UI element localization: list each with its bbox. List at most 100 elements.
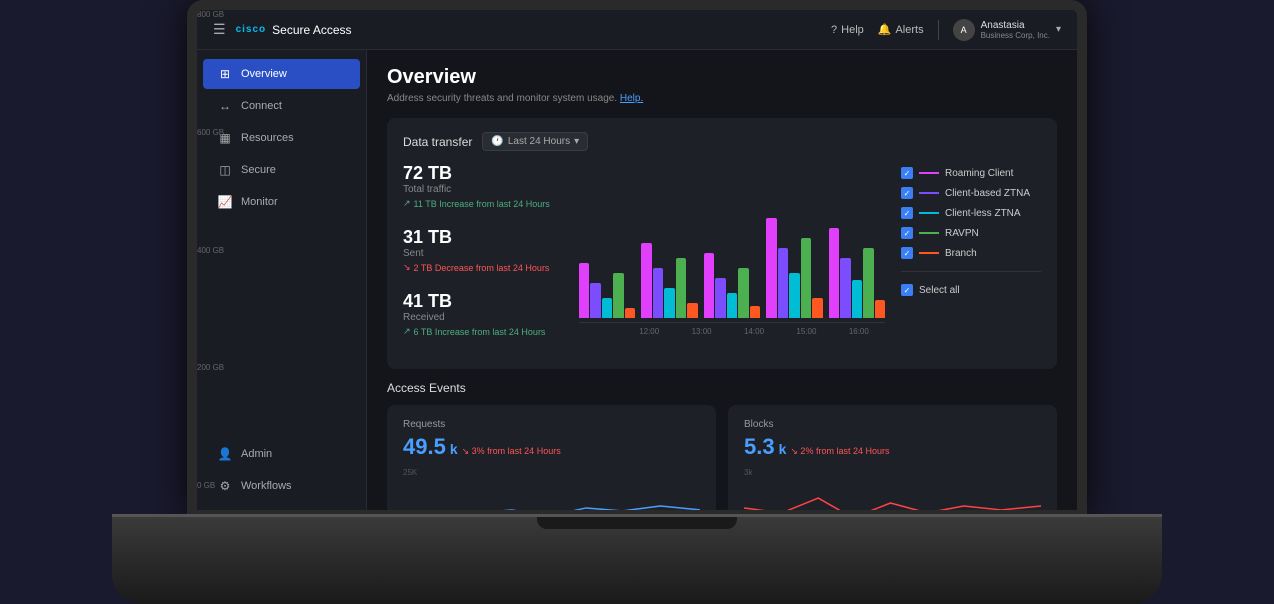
legend-checkbox-rc: ✓ (901, 167, 913, 179)
sidebar-label-monitor: Monitor (241, 196, 278, 208)
received-value: 41 TB (403, 291, 563, 312)
x-label-1300: 13:00 (675, 327, 727, 336)
requests-label: Requests (403, 419, 700, 430)
bar-ravpn-5 (863, 248, 873, 318)
access-events-title: Access Events (387, 381, 1057, 395)
logo-area: cisco Secure Access (236, 23, 352, 37)
legend-label-branch: Branch (945, 248, 977, 259)
x-label-1400: 14:00 (728, 327, 780, 336)
bar-branch-2 (687, 303, 697, 318)
legend-label-all: Select all (919, 285, 960, 296)
bars-container (579, 163, 885, 323)
blocks-y-label: 3k (744, 468, 752, 477)
legend-clientless-ztna[interactable]: ✓ Client-less ZTNA (901, 207, 1041, 219)
blocks-label: Blocks (744, 419, 1041, 430)
total-traffic-label: Total traffic (403, 184, 563, 195)
sidebar-label-connect: Connect (241, 100, 282, 112)
help-button[interactable]: ? Help (831, 24, 864, 36)
page-title: Overview (387, 66, 1057, 89)
data-transfer-body: 72 TB Total traffic ↗ 11 TB Increase fro… (403, 163, 1041, 355)
legend-client-based-ztna[interactable]: ✓ Client-based ZTNA (901, 187, 1041, 199)
bar-cbztna-4 (778, 248, 788, 318)
x-label-1200: 12:00 (623, 327, 675, 336)
legend-branch[interactable]: ✓ Branch (901, 247, 1041, 259)
legend-roaming-client[interactable]: ✓ Roaming Client (901, 167, 1041, 179)
sent-label: Sent (403, 248, 563, 259)
sent-stat: 31 TB Sent ↘ 2 TB Decrease from last 24 … (403, 227, 563, 273)
requests-chart-card: Requests 49.5k ↘ 3% from last 24 Hours 2… (387, 405, 716, 510)
bar-cbztna-5 (840, 258, 850, 318)
user-menu[interactable]: A Anastasia Business Corp, Inc. ▾ (953, 19, 1061, 41)
bar-ravpn-3 (738, 268, 748, 318)
blocks-chart-card: Blocks 5.3k ↘ 2% from last 24 Hours 3k (728, 405, 1057, 510)
card-header: Data transfer 🕐 Last 24 Hours ▾ (403, 132, 1041, 151)
help-link[interactable]: Help. (620, 93, 643, 104)
bar-rc-1 (579, 263, 589, 318)
blocks-chart: 3k 12:00 15:00 18:00 21:00 0:00 (744, 468, 1041, 510)
bar-group-4 (766, 218, 822, 318)
alerts-button[interactable]: 🔔 Alerts (878, 23, 924, 36)
blocks-change: ↘ 2% from last 24 Hours (790, 446, 889, 457)
page-subtitle: Address security threats and monitor sys… (387, 93, 1057, 104)
legend-label-rc: Roaming Client (945, 168, 1013, 179)
bar-clztna-4 (789, 273, 799, 318)
total-traffic-value: 72 TB (403, 163, 563, 184)
data-transfer-title: Data transfer (403, 135, 472, 149)
x-label-1600: 16:00 (833, 327, 885, 336)
requests-line-chart (403, 468, 700, 510)
legend-checkbox-all: ✓ (901, 284, 913, 296)
requests-chart: 25K 12:00 15:00 19:00 21:00 0:00 (403, 468, 700, 510)
legend-checkbox-clztna: ✓ (901, 207, 913, 219)
chart-legend: ✓ Roaming Client ✓ Client-based ZTNA (901, 163, 1041, 355)
stats-column: 72 TB Total traffic ↗ 11 TB Increase fro… (403, 163, 563, 355)
legend-line-clztna (919, 212, 939, 214)
bar-branch-4 (812, 298, 822, 318)
legend-label-cbztna: Client-based ZTNA (945, 188, 1030, 199)
avatar: A (953, 19, 975, 41)
blocks-line-chart (744, 468, 1041, 510)
sidebar-label-resources: Resources (241, 132, 294, 144)
bar-clztna-5 (852, 280, 862, 318)
main-layout: ⊞ Overview ↔ Connect ▦ Resources ◫ Secur… (197, 50, 1077, 510)
bar-group-2 (641, 243, 697, 318)
bar-ravpn-2 (676, 258, 686, 318)
legend-line-branch (919, 252, 939, 254)
time-filter-button[interactable]: 🕐 Last 24 Hours ▾ (482, 132, 588, 151)
app-container: ☰ cisco Secure Access ? Help 🔔 Alerts (197, 10, 1077, 510)
x-axis-labels: 12:00 13:00 14:00 15:00 16:00 (623, 327, 885, 336)
dropdown-arrow-icon: ▾ (574, 136, 579, 147)
sent-change: ↘ 2 TB Decrease from last 24 Hours (403, 262, 563, 273)
bar-group-5 (829, 228, 885, 318)
topbar-divider (938, 20, 939, 40)
legend-checkbox-branch: ✓ (901, 247, 913, 259)
requests-value: 49.5k (403, 434, 458, 460)
bar-clztna-3 (727, 293, 737, 318)
bar-branch-5 (875, 300, 885, 318)
legend-label-ravpn: RAVPN (945, 228, 979, 239)
legend-line-cbztna (919, 192, 939, 194)
topbar-right: ? Help 🔔 Alerts A Anastasia (831, 19, 1061, 41)
laptop-base (112, 514, 1162, 604)
laptop-screen: ☰ cisco Secure Access ? Help 🔔 Alerts (187, 0, 1087, 520)
legend-ravpn[interactable]: ✓ RAVPN (901, 227, 1041, 239)
sidebar-label-secure: Secure (241, 164, 276, 176)
bar-rc-2 (641, 243, 651, 318)
total-traffic-stat: 72 TB Total traffic ↗ 11 TB Increase fro… (403, 163, 563, 209)
received-label: Received (403, 312, 563, 323)
up-arrow-icon2: ↗ (403, 326, 411, 337)
bar-chart-area: 800 GB 600 GB 400 GB 200 GB 0 GB (579, 163, 885, 355)
x-label-1500: 15:00 (780, 327, 832, 336)
bar-ravpn-4 (801, 238, 811, 318)
chevron-down-icon: ▾ (1056, 24, 1061, 35)
bar-rc-3 (704, 253, 714, 318)
laptop-notch (537, 517, 737, 529)
legend-line-rc (919, 172, 939, 174)
bar-rc-5 (829, 228, 839, 318)
up-arrow-icon: ↗ (403, 198, 411, 209)
app-name: Secure Access (272, 23, 351, 37)
down-arrow-icon: ↘ (403, 262, 411, 273)
total-traffic-change: ↗ 11 TB Increase from last 24 Hours (403, 198, 563, 209)
legend-select-all[interactable]: ✓ Select all (901, 284, 1041, 296)
topbar: ☰ cisco Secure Access ? Help 🔔 Alerts (197, 10, 1077, 50)
blocks-value: 5.3k (744, 434, 786, 460)
